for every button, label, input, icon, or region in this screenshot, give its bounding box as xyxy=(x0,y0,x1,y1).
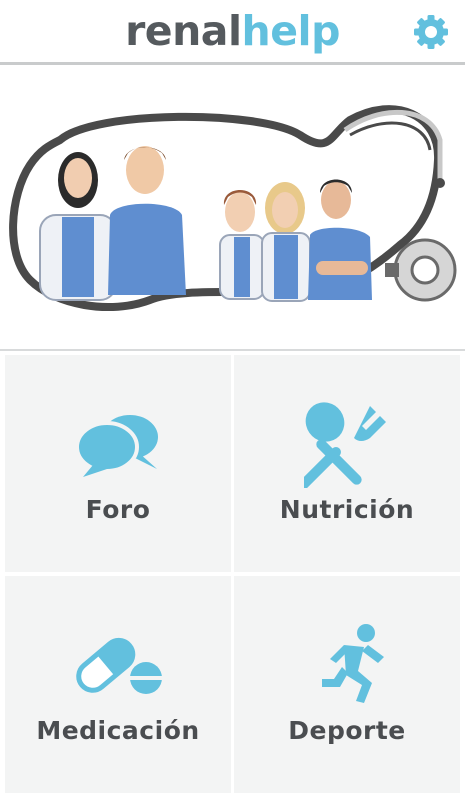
logo-renal: renal xyxy=(125,7,242,55)
menu-item-nutricion[interactable]: Nutrición xyxy=(234,355,460,572)
app-header: renalhelp xyxy=(0,0,465,65)
pill-icon xyxy=(76,637,162,694)
spoon-fork-icon xyxy=(304,402,386,488)
gear-icon xyxy=(414,15,448,49)
settings-button[interactable] xyxy=(411,12,451,52)
runner-icon xyxy=(322,624,384,703)
doctors-illustration xyxy=(9,105,457,312)
menu-grid: Foro Nutrición Medicación Deporte xyxy=(0,352,465,800)
menu-item-foro-label: Foro xyxy=(85,495,151,524)
app-logo: renalhelp xyxy=(0,7,465,55)
menu-item-deporte-label: Deporte xyxy=(288,716,406,745)
menu-item-foro[interactable]: Foro xyxy=(5,355,231,572)
hero-illustration xyxy=(0,65,465,351)
menu-item-nutricion-label: Nutrición xyxy=(279,495,415,524)
logo-help: help xyxy=(241,7,341,55)
chat-bubbles-icon xyxy=(77,415,158,477)
menu-item-medicacion-label: Medicación xyxy=(36,716,200,745)
menu-item-deporte[interactable]: Deporte xyxy=(234,576,460,793)
menu-item-medicacion[interactable]: Medicación xyxy=(5,576,231,793)
